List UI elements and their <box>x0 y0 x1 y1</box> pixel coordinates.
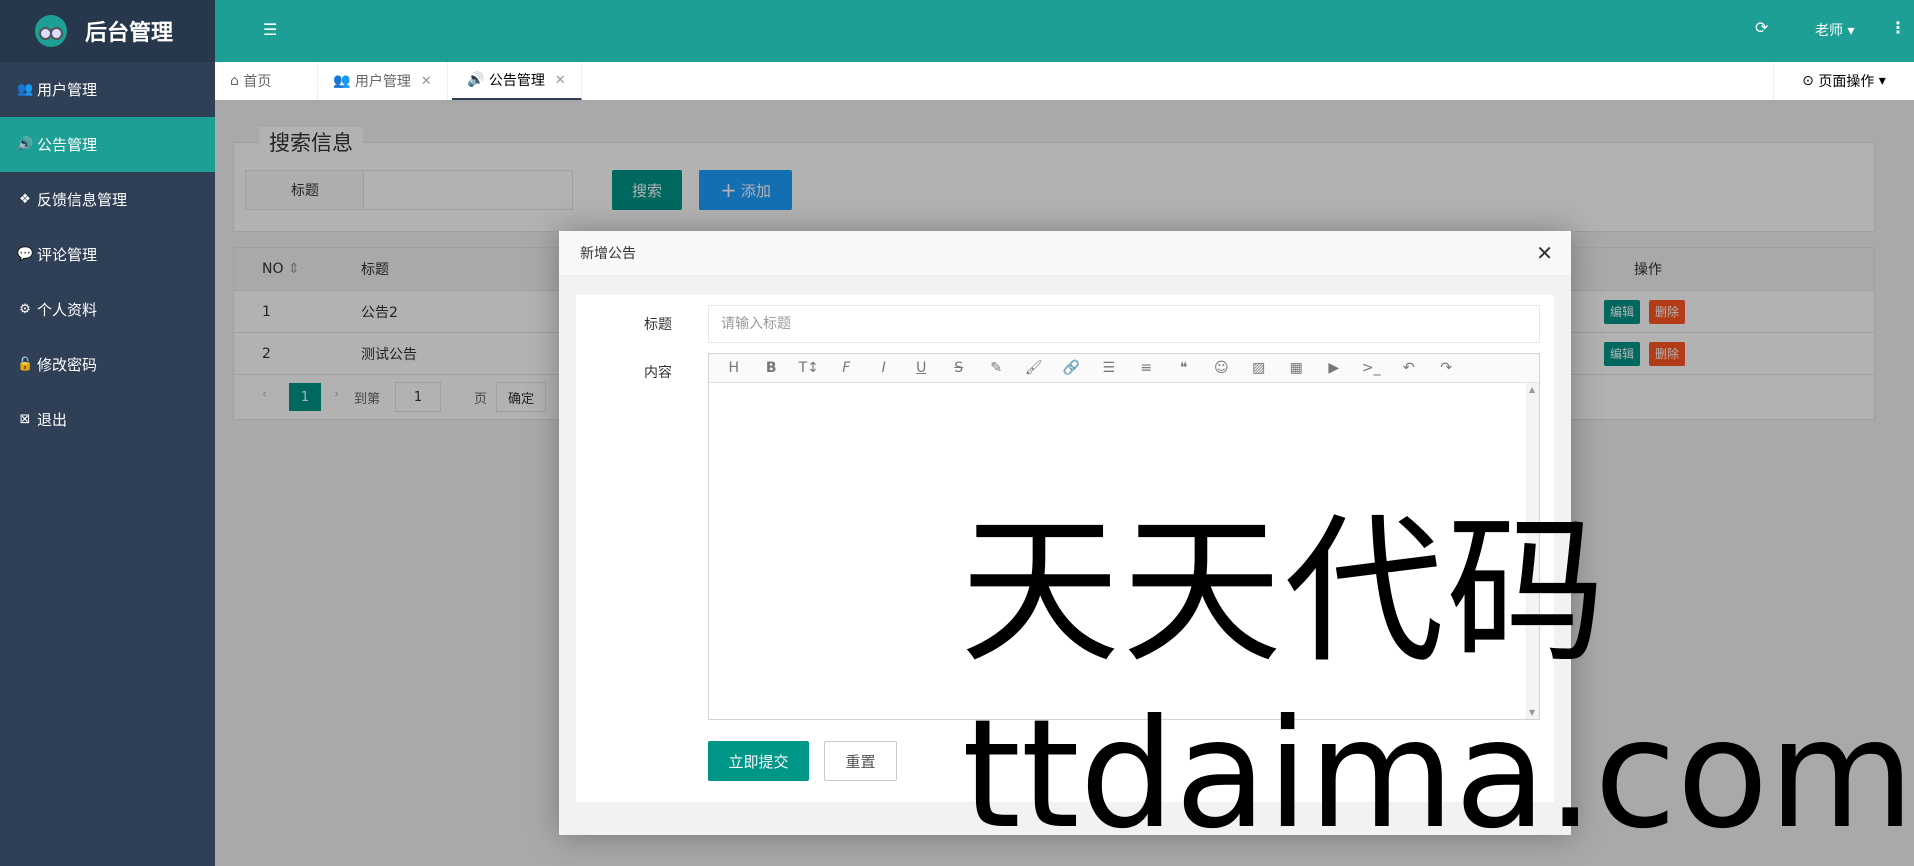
dialog-header: 新增公告 ✕ <box>559 231 1571 276</box>
code-icon[interactable]: >_ <box>1353 360 1391 376</box>
sidebar-item-label: 公告管理 <box>37 136 98 154</box>
sidebar-item-label: 个人资料 <box>37 301 98 319</box>
tab-users[interactable]: 👥 用户管理 ✕ <box>318 62 448 100</box>
close-icon[interactable]: ✕ <box>1536 241 1553 265</box>
sidebar: 后台管理 👥 用户管理 🔊 公告管理 ❖ 反馈信息管理 💬 评论管理 ⚙ 个人资… <box>0 0 215 866</box>
volume-icon: 🔊 <box>17 137 34 152</box>
page-ops-label: 页面操作 <box>1818 74 1875 90</box>
sidebar-item-users[interactable]: 👥 用户管理 <box>0 62 215 117</box>
highlighter-icon[interactable]: ✎ <box>978 360 1016 376</box>
title-input[interactable] <box>708 305 1540 343</box>
font-icon[interactable]: F <box>828 360 866 376</box>
sidebar-item-change-password[interactable]: 🔓 修改密码 <box>0 337 215 392</box>
close-icon[interactable]: ✕ <box>555 73 566 88</box>
user-menu[interactable]: 老师 ▾ <box>1815 20 1854 40</box>
title-label: 标题 <box>644 317 672 333</box>
image-icon[interactable]: ▨ <box>1240 360 1278 376</box>
gears-icon: ⚙ <box>19 302 31 317</box>
dialog-title: 新增公告 <box>580 246 636 262</box>
list-icon[interactable]: ☰ <box>1090 360 1128 376</box>
top-header: ☰ ⟳ 老师 ▾ ⋮ <box>215 0 1914 62</box>
tab-bar: ⌂ 首页 👥 用户管理 ✕ 🔊 公告管理 ✕ ⊙ 页面操作 ▾ <box>215 62 1914 102</box>
content-label: 内容 <box>644 365 672 381</box>
volume-icon: 🔊 <box>467 72 485 88</box>
align-icon[interactable]: ≡ <box>1128 360 1166 376</box>
video-icon[interactable]: ▶ <box>1315 360 1353 376</box>
bold-icon[interactable]: B <box>753 360 791 376</box>
tab-label: 首页 <box>243 74 272 90</box>
tab-label: 用户管理 <box>354 74 411 90</box>
page-operations-dropdown[interactable]: ⊙ 页面操作 ▾ <box>1773 62 1914 100</box>
sidebar-item-comments[interactable]: 💬 评论管理 <box>0 227 215 282</box>
logo-icon <box>35 15 67 47</box>
refresh-icon[interactable]: ⟳ <box>1755 18 1768 37</box>
scroll-up-icon[interactable]: ▲ <box>1529 385 1535 394</box>
cubes-icon: ❖ <box>19 192 31 207</box>
more-vertical-icon[interactable]: ⋮ <box>1890 18 1906 37</box>
caret-down-icon: ▾ <box>1847 23 1855 39</box>
menu-fold-icon[interactable]: ☰ <box>263 20 277 39</box>
sidebar-item-feedback[interactable]: ❖ 反馈信息管理 <box>0 172 215 227</box>
users-icon: 👥 <box>17 82 34 97</box>
circle-dot-icon: ⊙ <box>1802 73 1814 89</box>
sidebar-item-label: 退出 <box>37 411 68 429</box>
tab-announcements[interactable]: 🔊 公告管理 ✕ <box>452 62 582 100</box>
heading-icon[interactable]: H <box>715 360 753 376</box>
lock-icon: 🔓 <box>17 357 34 372</box>
quote-icon[interactable]: ❝ <box>1165 360 1203 376</box>
users-icon: 👥 <box>333 73 351 89</box>
tab-label: 公告管理 <box>488 73 545 89</box>
emoji-icon[interactable]: ☺ <box>1203 360 1241 376</box>
watermark-url: ttdaima.com <box>962 688 1914 862</box>
home-icon: ⌂ <box>230 73 239 89</box>
user-name: 老师 <box>1815 23 1843 39</box>
sidebar-item-label: 反馈信息管理 <box>37 191 128 209</box>
undo-icon[interactable]: ↶ <box>1390 360 1428 376</box>
sidebar-item-announcements[interactable]: 🔊 公告管理 <box>0 117 215 172</box>
submit-button[interactable]: 立即提交 <box>708 741 809 781</box>
caret-down-icon: ▾ <box>1878 73 1886 89</box>
strikethrough-icon[interactable]: S <box>940 360 978 376</box>
tab-home[interactable]: ⌂ 首页 <box>215 62 318 100</box>
redo-icon[interactable]: ↷ <box>1428 360 1466 376</box>
sidebar-item-logout[interactable]: ⊠ 退出 <box>0 392 215 447</box>
underline-icon[interactable]: U <box>903 360 941 376</box>
close-square-icon: ⊠ <box>19 412 31 427</box>
close-icon[interactable]: ✕ <box>421 74 432 89</box>
sidebar-item-label: 评论管理 <box>37 246 98 264</box>
sidebar-item-label: 用户管理 <box>37 81 98 99</box>
logo-text: 后台管理 <box>85 21 174 46</box>
reset-button[interactable]: 重置 <box>824 741 897 781</box>
logo: 后台管理 <box>0 0 215 62</box>
editor-toolbar: H B T↕ F I U S ✎ 🖌 🔗 ☰ ≡ ❝ ☺ ▨ ▦ ▶ >_ ↶ … <box>709 354 1539 383</box>
watermark-chinese: 天天代码 <box>960 498 1609 685</box>
link-icon[interactable]: 🔗 <box>1053 360 1091 376</box>
text-height-icon[interactable]: T↕ <box>790 360 828 376</box>
sidebar-item-label: 修改密码 <box>37 356 98 374</box>
comments-icon: 💬 <box>17 247 34 262</box>
sidebar-item-profile[interactable]: ⚙ 个人资料 <box>0 282 215 337</box>
paint-brush-icon[interactable]: 🖌 <box>1015 360 1053 376</box>
table-icon[interactable]: ▦ <box>1278 360 1316 376</box>
italic-icon[interactable]: I <box>865 360 903 376</box>
